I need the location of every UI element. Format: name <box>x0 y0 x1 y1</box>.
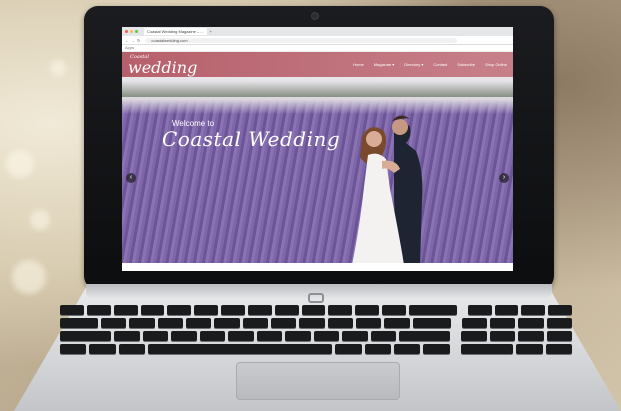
logo-small-text: Coastal <box>130 54 149 60</box>
menu-item-subscribe[interactable]: Subscribe <box>457 62 475 67</box>
menu-item-home[interactable]: Home <box>353 62 364 67</box>
hero-title: Coastal Wedding <box>162 127 341 151</box>
maximize-window-icon[interactable] <box>135 30 138 33</box>
reload-icon[interactable]: ↻ <box>137 38 140 43</box>
background-bokeh <box>12 260 46 294</box>
laptop-lid: Coastal Wedding Magazine – ... + ← → ↻ c… <box>84 6 554 290</box>
main-menu: Home Magazine ▾ Directory ▾ Contact Subs… <box>353 62 507 67</box>
new-tab-icon[interactable]: + <box>210 29 212 34</box>
background-bokeh <box>30 210 50 230</box>
trackpad <box>236 362 400 400</box>
laptop-screen: Coastal Wedding Magazine – ... + ← → ↻ c… <box>122 27 513 271</box>
slider-next-button[interactable]: › <box>499 173 509 183</box>
background-bokeh <box>6 150 34 178</box>
address-bar: ← → ↻ coastalwedding.com <box>122 36 513 45</box>
webcam-icon <box>311 12 319 20</box>
bookmarks-bar: Apps <box>122 45 513 52</box>
browser-tab[interactable]: Coastal Wedding Magazine – ... <box>144 28 207 35</box>
browser-tab-bar: Coastal Wedding Magazine – ... + <box>122 27 513 36</box>
bookmark-apps[interactable]: Apps <box>125 45 134 50</box>
menu-item-magazine[interactable]: Magazine ▾ <box>374 62 394 67</box>
site-navbar: Coastal wedding Home Magazine ▾ Director… <box>122 52 513 77</box>
site-logo[interactable]: wedding <box>128 58 197 77</box>
minimize-window-icon[interactable] <box>130 30 133 33</box>
menu-item-shop[interactable]: Shop Online <box>485 62 507 67</box>
chevron-left-icon: ‹ <box>129 174 133 181</box>
chevron-right-icon: › <box>502 174 506 181</box>
menu-item-contact[interactable]: Contact <box>433 62 447 67</box>
forward-icon[interactable]: → <box>131 38 135 43</box>
tab-title: Coastal Wedding Magazine – ... <box>147 29 204 34</box>
menu-item-directory[interactable]: Directory ▾ <box>404 62 423 67</box>
keyboard <box>60 305 573 355</box>
hero-trees <box>122 81 513 97</box>
power-indicator-icon <box>308 293 324 303</box>
slider-prev-button[interactable]: ‹ <box>126 173 136 183</box>
back-icon[interactable]: ← <box>125 38 129 43</box>
url-input[interactable]: coastalwedding.com <box>145 37 458 43</box>
hero-slider: Welcome to Coastal Wedding ‹ › <box>122 77 513 263</box>
background-bokeh <box>50 60 66 76</box>
close-window-icon[interactable] <box>125 30 128 33</box>
wedding-couple-photo <box>352 115 423 263</box>
